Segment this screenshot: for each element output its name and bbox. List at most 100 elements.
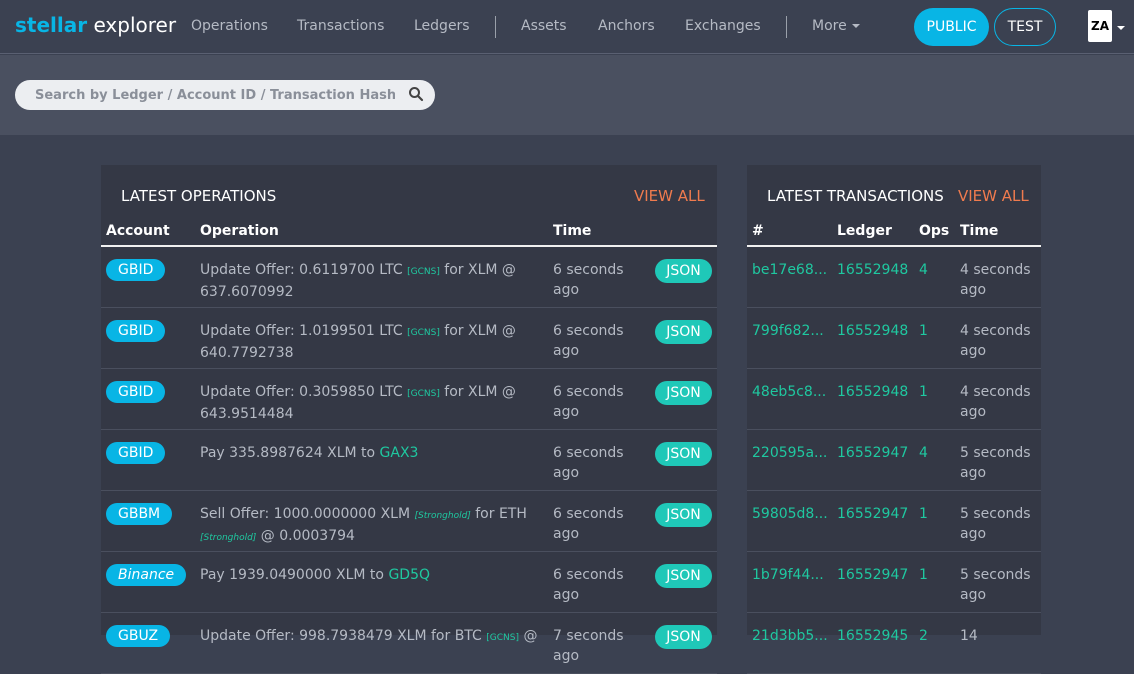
operation-time: 7 seconds ago [553, 628, 624, 664]
nav-exchanges[interactable]: Exchanges [685, 18, 761, 34]
network-public-button[interactable]: PUBLIC [914, 8, 989, 46]
ledger-link[interactable]: 16552948 [837, 321, 908, 341]
account-badge[interactable]: Binance [106, 564, 187, 586]
operation-time: 6 seconds ago [553, 262, 624, 298]
ledger-link[interactable]: 16552947 [837, 443, 908, 463]
nav-transactions[interactable]: Transactions [297, 18, 384, 34]
table-row: GBUZ Update Offer: 998.7938479 XLM for BT… [101, 613, 717, 674]
language-flag-icon[interactable]: ZA [1088, 10, 1112, 42]
column-ledger: Ledger [837, 223, 892, 239]
ledger-link[interactable]: 16552948 [837, 382, 908, 402]
transaction-time: 5 seconds ago [960, 567, 1031, 603]
json-button[interactable]: JSON [655, 503, 712, 527]
column-operation: Operation [200, 223, 279, 239]
ops-count: 1 [919, 506, 928, 522]
asset-issuer-tag[interactable]: [Stronghold] [200, 533, 256, 543]
asset-issuer-tag[interactable]: [GCNS] [486, 633, 519, 643]
search-input[interactable] [15, 80, 435, 110]
nav-more-dropdown[interactable]: More [812, 18, 860, 34]
table-row: 59805d8... 16552947 1 5 seconds ago [747, 491, 1041, 552]
transaction-time: 5 seconds ago [960, 445, 1031, 481]
account-badge[interactable]: GBUZ [106, 625, 171, 647]
table-row: 799f682... 16552948 1 4 seconds ago [747, 308, 1041, 369]
transaction-hash-link[interactable]: 1b79f44... [752, 565, 832, 585]
operation-description: Update Offer: 0.6119700 LTC [GCNS] for X… [200, 260, 540, 302]
operation-description: Sell Offer: 1000.0000000 XLM [Stronghold… [200, 504, 540, 548]
table-row: Binance Pay 1939.0490000 XLM to GD5Q 6 sec… [101, 552, 717, 613]
transaction-hash-link[interactable]: be17e68... [752, 260, 832, 280]
operation-description: Pay 1939.0490000 XLM to GD5Q [200, 565, 540, 585]
operation-time: 6 seconds ago [553, 323, 624, 359]
transaction-hash-link[interactable]: 48eb5c8... [752, 382, 832, 402]
ops-count: 1 [919, 567, 928, 583]
json-button[interactable]: JSON [655, 320, 712, 344]
transactions-view-all-link[interactable]: VIEW ALL [958, 187, 1029, 205]
account-link[interactable]: GD5Q [388, 567, 430, 583]
table-row: 1b79f44... 16552947 1 5 seconds ago [747, 552, 1041, 613]
operation-description: Update Offer: 0.3059850 LTC [GCNS] for X… [200, 382, 540, 424]
brand-logo[interactable]: stellar explorer [15, 13, 176, 37]
top-navbar: stellar explorer Operations Transactions… [0, 0, 1134, 54]
operation-description: Update Offer: 998.7938479 XLM for BTC [G… [200, 626, 540, 648]
account-badge[interactable]: GBBM [106, 503, 173, 525]
operation-text: for ETH [470, 506, 527, 522]
operation-text: Pay 1939.0490000 XLM to [200, 567, 389, 583]
operation-time: 6 seconds ago [553, 445, 624, 481]
ops-count: 1 [919, 384, 928, 400]
operation-time: 6 seconds ago [553, 384, 624, 420]
account-badge[interactable]: GBID [106, 442, 166, 464]
nav-more-label: More [812, 18, 847, 34]
search-icon[interactable] [408, 86, 424, 102]
ops-count: 2 [919, 628, 928, 644]
nav-ledgers[interactable]: Ledgers [414, 18, 470, 34]
transaction-time: 4 seconds ago [960, 262, 1031, 298]
json-button[interactable]: JSON [655, 259, 712, 283]
network-test-button[interactable]: TEST [994, 8, 1056, 46]
operation-text: Update Offer: 0.3059850 LTC [200, 384, 408, 400]
asset-issuer-tag[interactable]: [GCNS] [407, 328, 440, 338]
json-button[interactable]: JSON [655, 381, 712, 405]
operations-view-all-link[interactable]: VIEW ALL [634, 187, 705, 205]
account-badge[interactable]: GBID [106, 320, 166, 342]
account-badge[interactable]: GBID [106, 381, 166, 403]
operation-text: Sell Offer: 1000.0000000 XLM [200, 506, 415, 522]
transaction-hash-link[interactable]: 21d3bb5... [752, 626, 832, 646]
column-time: Time [553, 223, 592, 239]
nav-divider [786, 16, 787, 38]
json-button[interactable]: JSON [655, 442, 712, 466]
json-button[interactable]: JSON [655, 564, 712, 588]
language-caret-icon[interactable] [1117, 26, 1125, 30]
transaction-time: 14 [960, 628, 978, 644]
transaction-hash-link[interactable]: 59805d8... [752, 504, 832, 524]
ops-count: 1 [919, 323, 928, 339]
operation-time: 6 seconds ago [553, 567, 624, 603]
transactions-panel-title: LATEST TRANSACTIONS [767, 187, 944, 205]
nav-assets[interactable]: Assets [521, 18, 567, 34]
asset-issuer-tag[interactable]: [Stronghold] [414, 511, 470, 521]
brand-stellar: stellar [15, 13, 88, 37]
ops-count: 4 [919, 445, 928, 461]
asset-issuer-tag[interactable]: [GCNS] [407, 389, 440, 399]
operation-text: @ 0.0003794 [256, 528, 355, 544]
nav-operations[interactable]: Operations [191, 18, 268, 34]
column-ops: Ops [919, 223, 950, 239]
table-row: 220595a... 16552947 4 5 seconds ago [747, 430, 1041, 491]
ledger-link[interactable]: 16552945 [837, 626, 908, 646]
transaction-hash-link[interactable]: 220595a... [752, 443, 832, 463]
asset-issuer-tag[interactable]: [GCNS] [407, 267, 440, 277]
ledger-link[interactable]: 16552948 [837, 260, 908, 280]
account-link[interactable]: GAX3 [380, 445, 419, 461]
ledger-link[interactable]: 16552947 [837, 565, 908, 585]
table-row: GBID Update Offer: 0.3059850 LTC [GCNS] f… [101, 369, 717, 430]
ledger-link[interactable]: 16552947 [837, 504, 908, 524]
operation-description: Update Offer: 1.0199501 LTC [GCNS] for X… [200, 321, 540, 363]
table-row: GBID Update Offer: 1.0199501 LTC [GCNS] f… [101, 308, 717, 369]
latest-operations-panel: LATEST OPERATIONS VIEW ALL Account Opera… [101, 165, 717, 674]
operations-panel-title: LATEST OPERATIONS [121, 187, 277, 205]
nav-anchors[interactable]: Anchors [598, 18, 655, 34]
transaction-hash-link[interactable]: 799f682... [752, 321, 832, 341]
operation-text: Pay 335.8987624 XLM to [200, 445, 380, 461]
transaction-time: 5 seconds ago [960, 506, 1031, 542]
json-button[interactable]: JSON [655, 625, 712, 649]
account-badge[interactable]: GBID [106, 259, 166, 281]
